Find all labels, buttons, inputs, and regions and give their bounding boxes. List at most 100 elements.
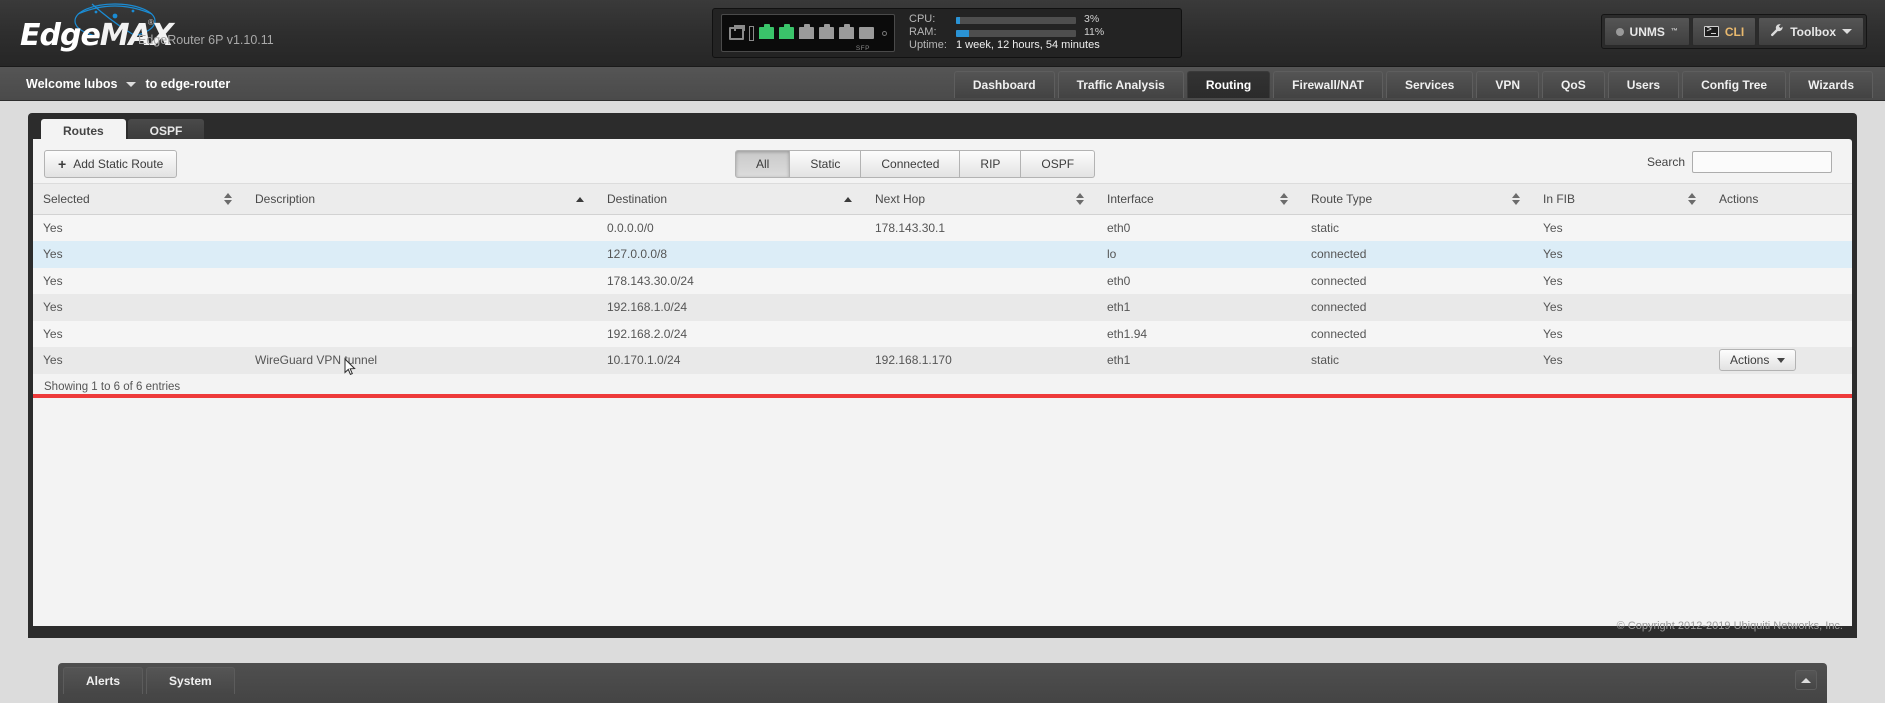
cell-interface: eth0 (1097, 268, 1301, 295)
search-input[interactable] (1692, 151, 1832, 173)
welcome-menu[interactable]: Welcome lubos to edge-router (26, 67, 230, 101)
cell-description (245, 241, 597, 268)
cpu-stat-row: CPU: 3% (909, 14, 1104, 27)
cell-description (245, 321, 597, 348)
column-header-destination[interactable]: Destination (597, 184, 865, 215)
column-header-route-type[interactable]: Route Type (1301, 184, 1533, 215)
footer-expand-button[interactable] (1795, 670, 1817, 690)
registered-mark-icon: ® (148, 18, 154, 27)
cell-next-hop (865, 268, 1097, 295)
port-eth4-icon[interactable] (839, 27, 854, 39)
subtab-routes[interactable]: Routes (41, 119, 126, 139)
table-row[interactable]: Yes 192.168.2.0/24 eth1.94 connected Yes (33, 321, 1852, 348)
cell-selected: Yes (33, 347, 245, 374)
routes-content: + Add Static Route All Static Connected … (33, 139, 1852, 626)
sort-both-icon (1076, 193, 1085, 205)
cell-in-fib: Yes (1533, 294, 1709, 321)
tab-dashboard[interactable]: Dashboard (954, 71, 1055, 98)
column-header-description[interactable]: Description (245, 184, 597, 215)
table-row[interactable]: Yes 0.0.0.0/0 178.143.30.1 eth0 static Y… (33, 215, 1852, 242)
add-static-route-label: Add Static Route (73, 157, 163, 171)
welcome-user-label: Welcome lubos (26, 77, 117, 91)
filter-rip[interactable]: RIP (960, 150, 1021, 178)
port-eth3-icon[interactable] (819, 27, 834, 39)
cell-in-fib: Yes (1533, 321, 1709, 348)
column-header-interface[interactable]: Interface (1097, 184, 1301, 215)
tab-vpn[interactable]: VPN (1476, 71, 1539, 98)
footer-tab-system[interactable]: System (146, 667, 235, 694)
power-led-icon (882, 31, 887, 36)
cell-description: WireGuard VPN tunnel (245, 347, 597, 374)
unms-button[interactable]: UNMS ™ (1604, 17, 1690, 46)
filter-connected[interactable]: Connected (861, 150, 960, 178)
cell-destination: 178.143.30.0/24 (597, 268, 865, 295)
cell-route-type: connected (1301, 268, 1533, 295)
cli-label: CLI (1725, 25, 1744, 39)
cell-description (245, 294, 597, 321)
port-eth1-icon[interactable] (779, 27, 794, 39)
tab-services[interactable]: Services (1386, 71, 1473, 98)
column-header-in-fib[interactable]: In FIB (1533, 184, 1709, 215)
column-label: Route Type (1311, 192, 1372, 206)
tab-firewall-nat[interactable]: Firewall/NAT (1273, 71, 1383, 98)
column-label: Description (255, 192, 315, 206)
tab-users[interactable]: Users (1608, 71, 1679, 98)
filter-all[interactable]: All (735, 150, 790, 178)
toolbox-button[interactable]: Toolbox (1758, 17, 1864, 46)
terminal-icon (1704, 26, 1719, 37)
table-header-row: Selected Description Destination Next Ho… (33, 184, 1852, 215)
column-label: Interface (1107, 192, 1154, 206)
cell-selected: Yes (33, 215, 245, 242)
row-actions-button[interactable]: Actions (1719, 349, 1796, 371)
cell-description (245, 215, 597, 242)
cell-interface: eth0 (1097, 215, 1301, 242)
cell-destination: 192.168.1.0/24 (597, 294, 865, 321)
cell-in-fib: Yes (1533, 347, 1709, 374)
tab-wizards[interactable]: Wizards (1789, 71, 1873, 98)
chevron-up-icon (1801, 678, 1811, 683)
cell-in-fib: Yes (1533, 215, 1709, 242)
device-status-panel: SFP CPU: 3% RAM: 11% Uptime: 1 week, 12 … (712, 8, 1182, 58)
add-static-route-button[interactable]: + Add Static Route (44, 150, 177, 178)
chevron-down-icon[interactable] (126, 82, 136, 87)
table-row[interactable]: Yes 127.0.0.0/8 lo connected Yes (33, 241, 1852, 268)
filter-static[interactable]: Static (790, 150, 861, 178)
cell-selected: Yes (33, 321, 245, 348)
sub-tab-list: Routes OSPF (33, 113, 1852, 139)
cell-route-type: connected (1301, 321, 1533, 348)
unms-label: UNMS (1630, 25, 1665, 39)
ram-stat-row: RAM: 11% (909, 27, 1104, 40)
port-sfp-icon[interactable] (859, 27, 874, 39)
cell-next-hop (865, 321, 1097, 348)
tab-qos[interactable]: QoS (1542, 71, 1605, 98)
cpu-label: CPU: (909, 13, 956, 27)
port-eth2-icon[interactable] (799, 27, 814, 39)
column-label: Next Hop (875, 192, 925, 206)
column-header-next-hop[interactable]: Next Hop (865, 184, 1097, 215)
sort-both-icon (1688, 193, 1697, 205)
unms-trademark-icon: ™ (1671, 28, 1678, 35)
table-row[interactable]: Yes 192.168.1.0/24 eth1 connected Yes (33, 294, 1852, 321)
filter-ospf[interactable]: OSPF (1021, 150, 1095, 178)
cell-in-fib: Yes (1533, 268, 1709, 295)
console-port-icon (729, 27, 744, 40)
table-row[interactable]: Yes WireGuard VPN tunnel 10.170.1.0/24 1… (33, 347, 1852, 374)
cell-destination: 0.0.0.0/0 (597, 215, 865, 242)
port-eth0-icon[interactable] (759, 27, 774, 39)
table-row[interactable]: Yes 178.143.30.0/24 eth0 connected Yes (33, 268, 1852, 295)
tab-traffic-analysis[interactable]: Traffic Analysis (1058, 71, 1184, 98)
cell-in-fib: Yes (1533, 241, 1709, 268)
column-header-selected[interactable]: Selected (33, 184, 245, 215)
subtab-ospf[interactable]: OSPF (128, 119, 205, 139)
row-actions-label: Actions (1730, 353, 1769, 367)
cell-route-type: connected (1301, 241, 1533, 268)
footer-tab-alerts[interactable]: Alerts (63, 667, 143, 694)
routes-table-header: Selected Description Destination Next Ho… (33, 184, 1852, 215)
toolbox-label: Toolbox (1790, 25, 1836, 39)
tab-config-tree[interactable]: Config Tree (1682, 71, 1786, 98)
cli-button[interactable]: CLI (1692, 17, 1756, 46)
device-model-label: EdgeRouter 6P v1.10.11 (138, 33, 274, 47)
cell-selected: Yes (33, 241, 245, 268)
tab-routing[interactable]: Routing (1187, 71, 1270, 98)
nav-tab-list: Dashboard Traffic Analysis Routing Firew… (954, 71, 1873, 98)
